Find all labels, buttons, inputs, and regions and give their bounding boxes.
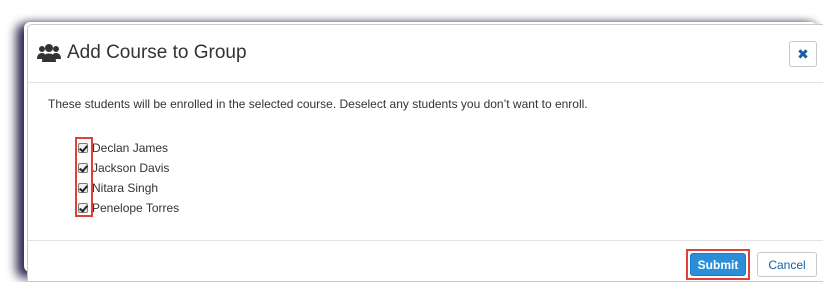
cancel-button[interactable]: Cancel [757,252,817,277]
student-item: Declan James [78,138,179,158]
add-course-dialog: Add Course to Group ✖ These students wil… [27,24,823,282]
student-list: Declan James Jackson Davis Nitara Singh … [78,138,179,218]
student-item: Jackson Davis [78,158,179,178]
student-item: Penelope Torres [78,198,179,218]
users-icon [37,44,61,62]
student-name: Nitara Singh [92,181,159,195]
student-name: Jackson Davis [92,161,170,175]
checkbox-highlight-box [75,137,93,217]
dialog-title-wrap: Add Course to Group [37,41,247,65]
dialog-title: Add Course to Group [67,42,247,63]
dialog-footer: Submit Cancel [28,240,823,282]
dialog-header: Add Course to Group ✖ [28,25,823,83]
close-icon: ✖ [797,45,809,62]
student-name: Penelope Torres [92,201,180,215]
close-button[interactable]: ✖ [789,41,817,67]
instructions-text: These students will be enrolled in the s… [48,97,588,111]
student-item: Nitara Singh [78,178,179,198]
submit-button[interactable]: Submit [690,253,746,276]
student-name: Declan James [92,141,169,155]
screenshot-stage: Add Course to Group ✖ These students wil… [0,0,823,282]
